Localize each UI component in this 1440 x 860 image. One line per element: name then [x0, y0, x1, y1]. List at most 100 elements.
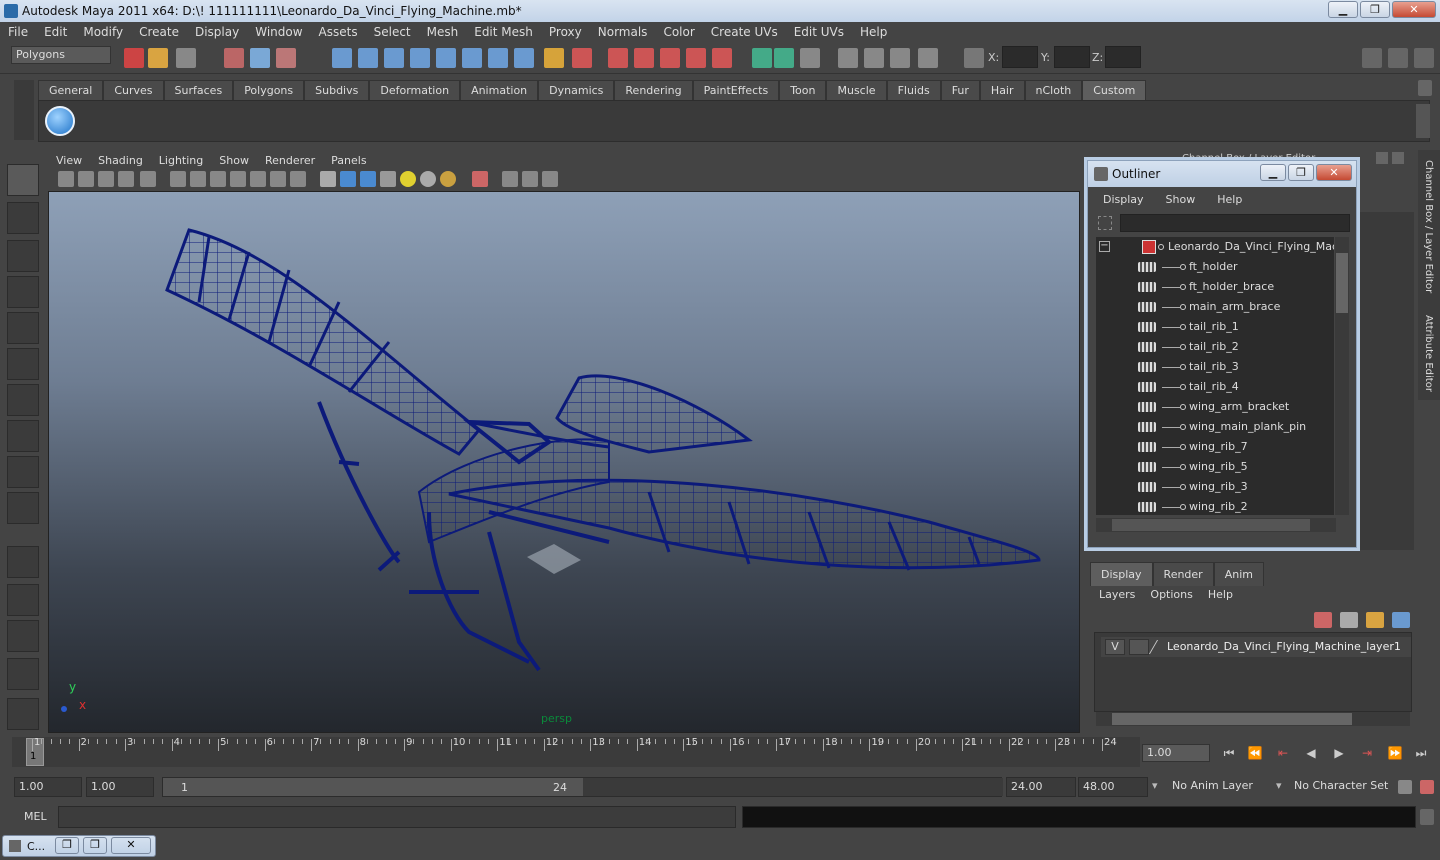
gate-mask-icon[interactable] — [230, 171, 246, 187]
panel-menu-lighting[interactable]: Lighting — [151, 154, 211, 167]
snap-to-view-planes-icon[interactable] — [686, 48, 706, 68]
time-slider[interactable]: 1 12345678910111213141516171819202122232… — [12, 737, 1140, 767]
select-by-component-icon[interactable] — [276, 48, 296, 68]
panel-menu-renderer[interactable]: Renderer — [257, 154, 323, 167]
wireframe-on-shaded-icon[interactable] — [360, 171, 376, 187]
construction-history-icon[interactable] — [800, 48, 820, 68]
panel-close-icon[interactable] — [1392, 152, 1404, 164]
layer-horizontal-scrollbar[interactable] — [1096, 712, 1410, 726]
render-view-icon[interactable] — [838, 48, 858, 68]
render-settings-icon[interactable] — [918, 48, 938, 68]
camera-attributes-icon[interactable] — [78, 171, 94, 187]
use-all-lights-icon[interactable] — [400, 171, 416, 187]
select-handles-icon[interactable] — [332, 48, 352, 68]
safe-action-icon[interactable] — [270, 171, 286, 187]
tab-painteffects[interactable]: PaintEffects — [692, 80, 780, 100]
high-quality-icon[interactable] — [440, 171, 456, 187]
step-forward-key-icon[interactable]: ⇥ — [1358, 746, 1376, 760]
custom-shelf-check-icon[interactable] — [45, 106, 75, 136]
field-chart-icon[interactable] — [250, 171, 266, 187]
outliner-root-item[interactable]: − Leonardo_Da_Vinci_Flying_Machin — [1096, 237, 1334, 257]
range-slider[interactable]: 1 24 — [162, 777, 1003, 797]
resolution-gate-icon[interactable] — [210, 171, 226, 187]
y-field[interactable] — [1054, 46, 1090, 68]
panel-float-icon[interactable] — [1376, 152, 1388, 164]
close-button[interactable]: ✕ — [1392, 1, 1436, 18]
layer-row[interactable]: V Leonardo_Da_Vinci_Flying_Machine_layer… — [1101, 637, 1411, 657]
outliner-item[interactable]: wing_rib_3 — [1096, 477, 1334, 497]
show-hide-tool-settings-icon[interactable] — [1388, 48, 1408, 68]
select-camera-icon[interactable] — [58, 171, 74, 187]
film-gate-icon[interactable] — [190, 171, 206, 187]
step-back-key-icon[interactable]: ⇤ — [1274, 746, 1292, 760]
play-forwards-icon[interactable]: ▶ — [1330, 746, 1348, 760]
playback-end-field[interactable]: 24.00 — [1006, 777, 1076, 797]
menu-file[interactable]: File — [0, 25, 36, 39]
quick-layout-icon[interactable] — [7, 698, 39, 730]
play-backwards-icon[interactable]: ◀ — [1302, 746, 1320, 760]
scrollbar-thumb[interactable] — [1112, 519, 1310, 531]
show-manipulator-icon[interactable] — [7, 456, 39, 488]
outliner-item[interactable]: ft_holder_brace — [1096, 277, 1334, 297]
snap-to-points-icon[interactable] — [660, 48, 680, 68]
key-icon[interactable] — [1398, 780, 1412, 794]
outliner-item[interactable]: wing_arm_bracket — [1096, 397, 1334, 417]
snap-to-grids-icon[interactable] — [608, 48, 628, 68]
layer-visibility-toggle[interactable]: V — [1105, 639, 1125, 655]
tab-rendering[interactable]: Rendering — [614, 80, 693, 100]
tab-display-layers[interactable]: Display — [1090, 562, 1153, 586]
menu-set-dropdown[interactable]: Polygons — [11, 46, 111, 64]
move-layer-down-icon[interactable] — [1340, 612, 1358, 628]
outliner-item[interactable]: ft_holder — [1096, 257, 1334, 277]
perspective-viewport[interactable]: y x persp — [48, 191, 1080, 733]
trash-icon[interactable] — [1418, 80, 1432, 96]
2d-pan-zoom-icon[interactable] — [140, 171, 156, 187]
select-rendering-icon[interactable] — [488, 48, 508, 68]
layer-menu-help[interactable]: Help — [1207, 588, 1239, 601]
step-back-frame-icon[interactable]: ⏪ — [1246, 746, 1264, 760]
bookmarks-icon[interactable] — [98, 171, 114, 187]
menu-modify[interactable]: Modify — [75, 25, 131, 39]
tab-deformation[interactable]: Deformation — [369, 80, 461, 100]
show-hide-attribute-editor-icon[interactable] — [1362, 48, 1382, 68]
outliner-item[interactable]: tail_rib_1 — [1096, 317, 1334, 337]
safe-title-icon[interactable] — [290, 171, 306, 187]
move-tool-icon[interactable] — [7, 276, 39, 308]
outliner-item[interactable]: main_arm_brace — [1096, 297, 1334, 317]
panel-menu-panels[interactable]: Panels — [323, 154, 374, 167]
outliner-menu-show[interactable]: Show — [1159, 193, 1203, 206]
save-scene-icon[interactable] — [176, 48, 196, 68]
tab-subdivs[interactable]: Subdivs — [304, 80, 370, 100]
outliner-vertical-scrollbar[interactable] — [1335, 237, 1349, 515]
layer-color-swatch-icon[interactable] — [1148, 640, 1168, 654]
tab-toon[interactable]: Toon — [779, 80, 827, 100]
menu-help[interactable]: Help — [852, 25, 895, 39]
script-editor-icon[interactable] — [1420, 809, 1434, 825]
output-operations-icon[interactable] — [774, 48, 794, 68]
shadows-icon[interactable] — [420, 171, 436, 187]
close-button[interactable]: ✕ — [111, 837, 151, 854]
menu-select[interactable]: Select — [366, 25, 419, 39]
select-curves-icon[interactable] — [384, 48, 404, 68]
last-tool-icon[interactable] — [7, 492, 39, 524]
new-scene-icon[interactable] — [124, 48, 144, 68]
outliner-horizontal-scrollbar[interactable] — [1096, 518, 1336, 532]
menu-edit-uvs[interactable]: Edit UVs — [786, 25, 852, 39]
outliner-filter-input[interactable] — [1120, 214, 1350, 232]
xray-icon[interactable] — [502, 171, 518, 187]
tab-surfaces[interactable]: Surfaces — [163, 80, 234, 100]
transform-input-icon[interactable] — [964, 48, 984, 68]
shelf-scroll-arrows[interactable] — [1416, 104, 1430, 138]
step-forward-frame-icon[interactable]: ⏩ — [1386, 746, 1404, 760]
animation-start-field[interactable]: 1.00 — [14, 777, 82, 797]
lock-selection-icon[interactable] — [544, 48, 564, 68]
grid-icon[interactable] — [170, 171, 186, 187]
scrollbar-thumb[interactable] — [1112, 713, 1352, 725]
current-time-field[interactable]: 1.00 — [1142, 744, 1210, 762]
tab-animation[interactable]: Animation — [460, 80, 539, 100]
menu-mesh[interactable]: Mesh — [419, 25, 467, 39]
tab-polygons[interactable]: Polygons — [233, 80, 305, 100]
menu-display[interactable]: Display — [187, 25, 247, 39]
menu-create[interactable]: Create — [131, 25, 187, 39]
rotate-tool-icon[interactable] — [7, 312, 39, 344]
